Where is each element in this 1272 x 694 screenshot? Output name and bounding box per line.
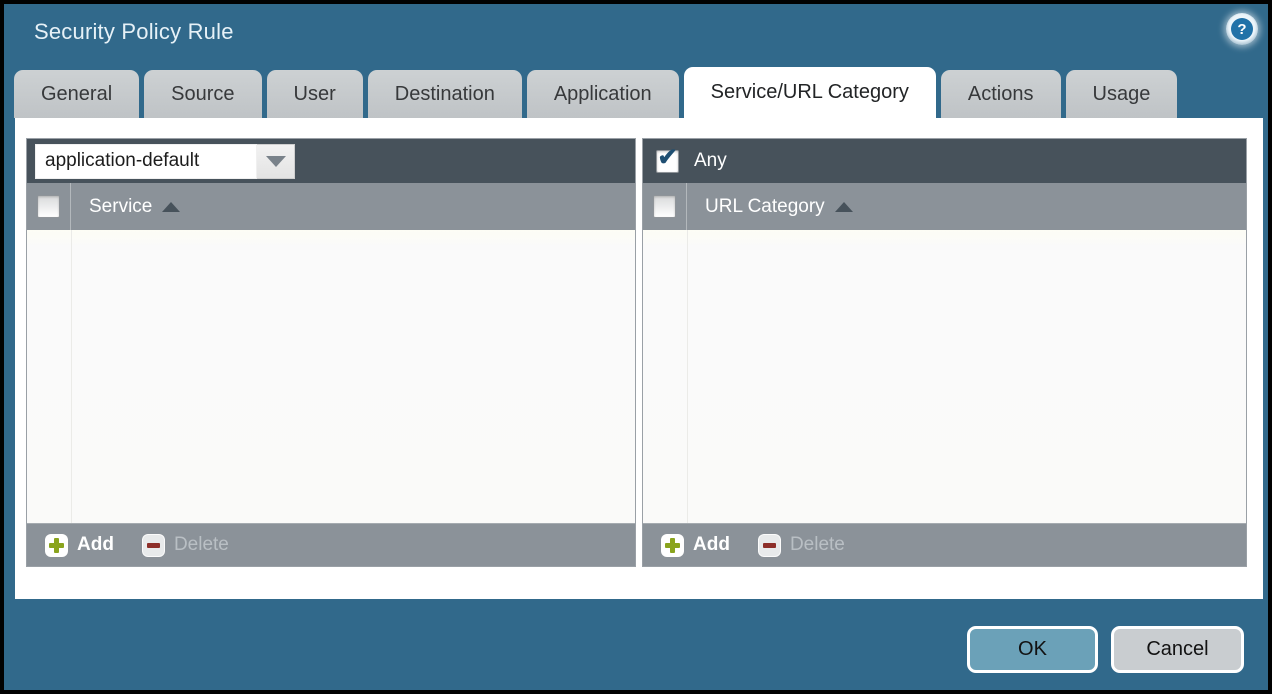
service-footer: Add Delete — [27, 523, 635, 566]
security-policy-rule-dialog: Security Policy Rule ? General Source Us… — [0, 0, 1272, 694]
dialog-title: Security Policy Rule — [34, 19, 234, 45]
url-category-column-header: URL Category — [705, 196, 825, 218]
url-category-footer: Add Delete — [643, 523, 1246, 566]
any-checkbox[interactable]: ✔ — [656, 150, 679, 173]
sort-ascending-icon[interactable] — [162, 202, 180, 212]
url-category-header-checkbox-cell — [643, 183, 687, 230]
tab-content: application-default Service — [15, 118, 1263, 599]
delete-button-label: Delete — [174, 534, 229, 556]
url-category-list[interactable] — [643, 230, 1246, 523]
service-type-dropdown-button[interactable] — [257, 144, 295, 179]
service-type-dropdown[interactable]: application-default — [35, 144, 295, 179]
url-category-select-all-checkbox[interactable] — [653, 195, 676, 218]
tab-source[interactable]: Source — [144, 70, 261, 118]
delete-minus-icon — [142, 534, 165, 557]
add-plus-icon — [661, 534, 684, 557]
service-panel: application-default Service — [26, 138, 636, 567]
tab-actions[interactable]: Actions — [941, 70, 1061, 118]
service-delete-button[interactable]: Delete — [142, 534, 229, 557]
titlebar: Security Policy Rule ? — [4, 4, 1268, 66]
url-category-column-header-row: URL Category — [643, 183, 1246, 230]
checkmark-icon: ✔ — [657, 146, 677, 170]
column-divider — [687, 230, 688, 523]
service-type-dropdown-value[interactable]: application-default — [35, 144, 257, 179]
service-toolbar: application-default — [27, 139, 635, 183]
url-category-delete-button[interactable]: Delete — [758, 534, 845, 557]
tab-service-url-category[interactable]: Service/URL Category — [684, 67, 936, 118]
tab-bar: General Source User Destination Applicat… — [14, 70, 1258, 118]
ok-button[interactable]: OK — [967, 626, 1098, 673]
url-category-add-button[interactable]: Add — [661, 534, 730, 557]
help-icon[interactable]: ? — [1226, 13, 1258, 45]
any-row: ✔ Any — [651, 150, 727, 173]
tab-application[interactable]: Application — [527, 70, 679, 118]
tab-general[interactable]: General — [14, 70, 139, 118]
help-icon-glyph: ? — [1231, 18, 1253, 40]
delete-button-label: Delete — [790, 534, 845, 556]
service-header-checkbox-cell — [27, 183, 71, 230]
service-add-button[interactable]: Add — [45, 534, 114, 557]
add-button-label: Add — [693, 534, 730, 556]
tab-usage[interactable]: Usage — [1066, 70, 1178, 118]
any-label: Any — [694, 150, 727, 172]
service-column-header-row: Service — [27, 183, 635, 230]
tab-user[interactable]: User — [267, 70, 363, 118]
url-category-toolbar: ✔ Any — [643, 139, 1246, 183]
add-button-label: Add — [77, 534, 114, 556]
delete-minus-icon — [758, 534, 781, 557]
service-select-all-checkbox[interactable] — [37, 195, 60, 218]
add-plus-icon — [45, 534, 68, 557]
tab-destination[interactable]: Destination — [368, 70, 522, 118]
service-list[interactable] — [27, 230, 635, 523]
column-divider — [71, 230, 72, 523]
chevron-down-icon — [266, 156, 286, 167]
url-category-panel: ✔ Any URL Category — [642, 138, 1247, 567]
sort-ascending-icon[interactable] — [835, 202, 853, 212]
cancel-button[interactable]: Cancel — [1111, 626, 1244, 673]
service-column-header: Service — [89, 196, 152, 218]
